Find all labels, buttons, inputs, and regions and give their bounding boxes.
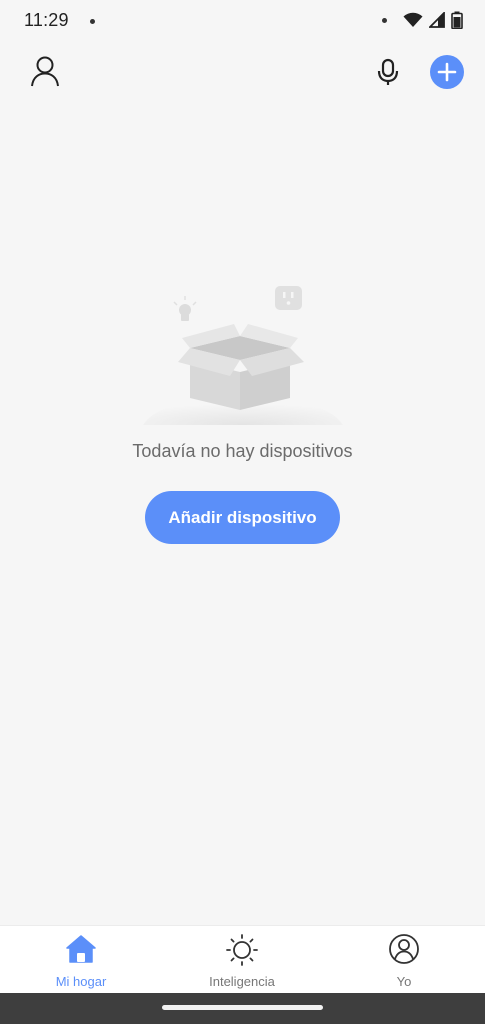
status-time: 11:29 — [24, 10, 69, 30]
voice-button[interactable] — [372, 56, 404, 88]
sun-icon — [226, 934, 258, 966]
battery-icon — [451, 11, 463, 29]
nav-label: Mi hogar — [55, 974, 107, 989]
microphone-icon — [377, 58, 399, 85]
status-icons — [382, 11, 463, 29]
nav-label: Yo — [396, 974, 412, 989]
bottom-nav: Mi hogar Inteligencia Yo — [0, 925, 485, 994]
plus-icon — [437, 62, 457, 82]
home-gesture-handle[interactable] — [162, 1005, 323, 1010]
home-icon — [66, 935, 96, 963]
notification-dot-icon — [382, 17, 387, 23]
profile-button[interactable] — [28, 54, 62, 88]
system-navigation-bar — [0, 993, 485, 1024]
wifi-icon — [403, 12, 423, 27]
nav-item-inteligencia[interactable]: Inteligencia — [182, 932, 302, 992]
user-icon — [31, 56, 59, 87]
nav-item-mi-hogar[interactable]: Mi hogar — [21, 932, 141, 992]
add-button[interactable] — [430, 55, 464, 89]
nav-label: Inteligencia — [209, 974, 275, 989]
user-circle-icon — [389, 934, 419, 964]
empty-box-illustration — [138, 280, 348, 430]
add-device-button[interactable]: Añadir dispositivo — [145, 491, 340, 544]
status-bar: 11:29 — [0, 0, 485, 42]
nav-item-yo[interactable]: Yo — [344, 932, 464, 992]
signal-icon — [429, 12, 445, 28]
top-bar — [0, 50, 485, 94]
notification-dot-icon — [90, 19, 95, 24]
empty-state-message: Todavía no hay dispositivos — [132, 441, 353, 461]
